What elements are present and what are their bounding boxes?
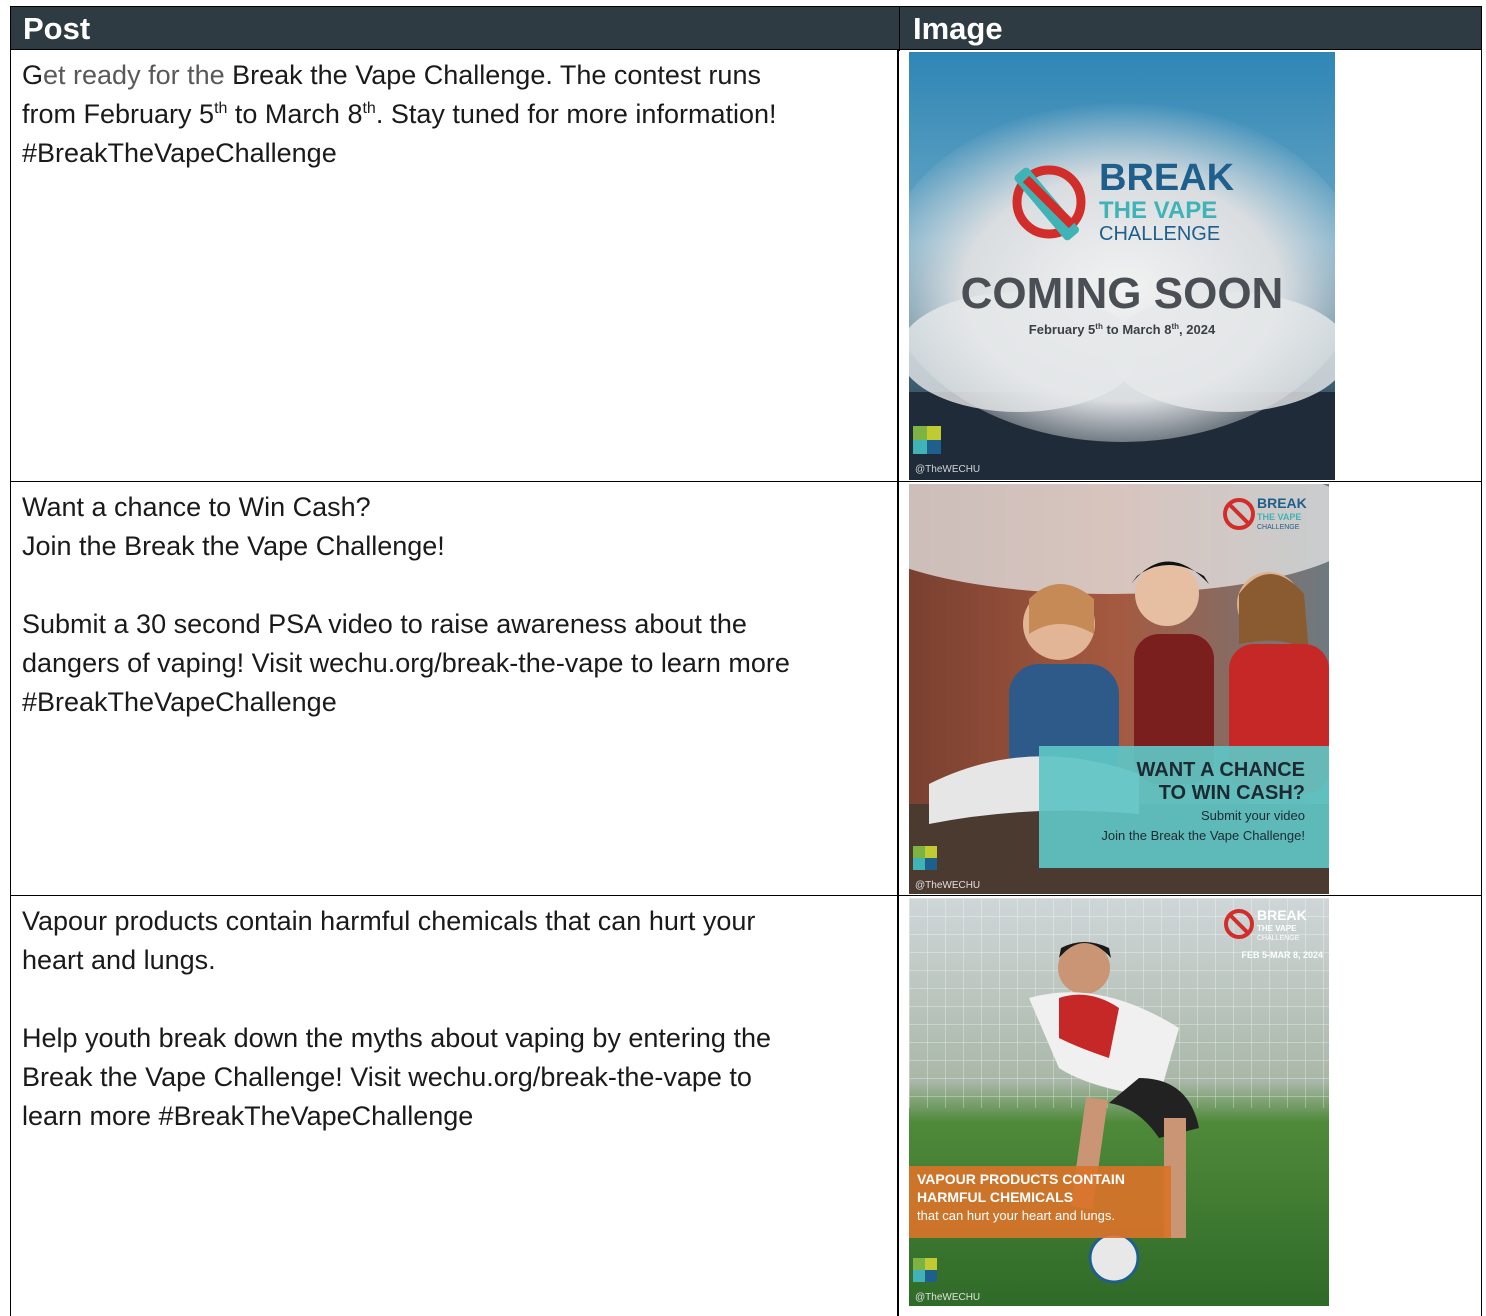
brand-break: BREAK (1099, 157, 1235, 199)
coming-soon-image: BREAK THE VAPE CHALLENGE COMING SOON Feb… (909, 52, 1335, 480)
harmful-chemicals-image: BREAK THE VAPE CHALLENGE FEB 5-MAR 8, 20… (909, 898, 1329, 1306)
handle: @TheWECHU (915, 880, 980, 891)
table-header: Post Image (10, 6, 1482, 51)
brand-break: BREAK (1257, 495, 1307, 511)
chem-headline-1: VAPOUR PRODUCTS CONTAIN (917, 1171, 1125, 1187)
table-row: Get ready for the Break the Vape Challen… (10, 50, 1482, 482)
wechu-logo-icon (913, 426, 941, 454)
brand-challenge: CHALLENGE (1257, 524, 1300, 531)
win-sub-2: Join the Break the Vape Challenge! (1101, 828, 1305, 843)
brand-the-vape: THE VAPE (1257, 924, 1297, 933)
post-text: Get ready for the Break the Vape Challen… (22, 60, 777, 168)
coming-soon-headline: COMING SOON (961, 269, 1284, 318)
chem-headline-2: HARMFUL CHEMICALS (917, 1189, 1073, 1205)
win-headline-1: WANT A CHANCE (1136, 759, 1305, 781)
brand-the-vape: THE VAPE (1099, 197, 1217, 224)
coming-soon-dates: February 5th to March 8th, 2024 (1029, 322, 1216, 337)
post-text: Want a chance to Win Cash? Join the Brea… (22, 492, 790, 717)
handle: @TheWECHU (915, 464, 980, 475)
brand-break: BREAK (1257, 907, 1307, 923)
brand-challenge: CHALLENGE (1257, 935, 1300, 942)
wechu-logo-icon (913, 1258, 937, 1282)
dates: FEB 5-MAR 8, 2024 (1241, 950, 1323, 960)
wechu-logo-icon (913, 846, 937, 870)
posts-table: Post Image Get ready for the Break the V… (10, 6, 1482, 1316)
header-image: Image (913, 11, 1003, 46)
win-cash-image: BREAK THE VAPE CHALLENGE WANT A CHANCE T… (909, 484, 1329, 894)
chem-sub: that can hurt your heart and lungs. (917, 1208, 1115, 1223)
handle: @TheWECHU (915, 1292, 980, 1303)
table-row: Vapour products contain harmful chemical… (10, 896, 1482, 1316)
win-sub-1: Submit your video (1201, 808, 1305, 823)
table-row: Want a chance to Win Cash? Join the Brea… (10, 482, 1482, 896)
brand-challenge: CHALLENGE (1099, 223, 1220, 245)
brand-the-vape: THE VAPE (1257, 512, 1301, 522)
header-post: Post (23, 11, 91, 46)
win-headline-2: TO WIN CASH? (1159, 782, 1305, 804)
post-text: Vapour products contain harmful chemical… (22, 906, 771, 1131)
